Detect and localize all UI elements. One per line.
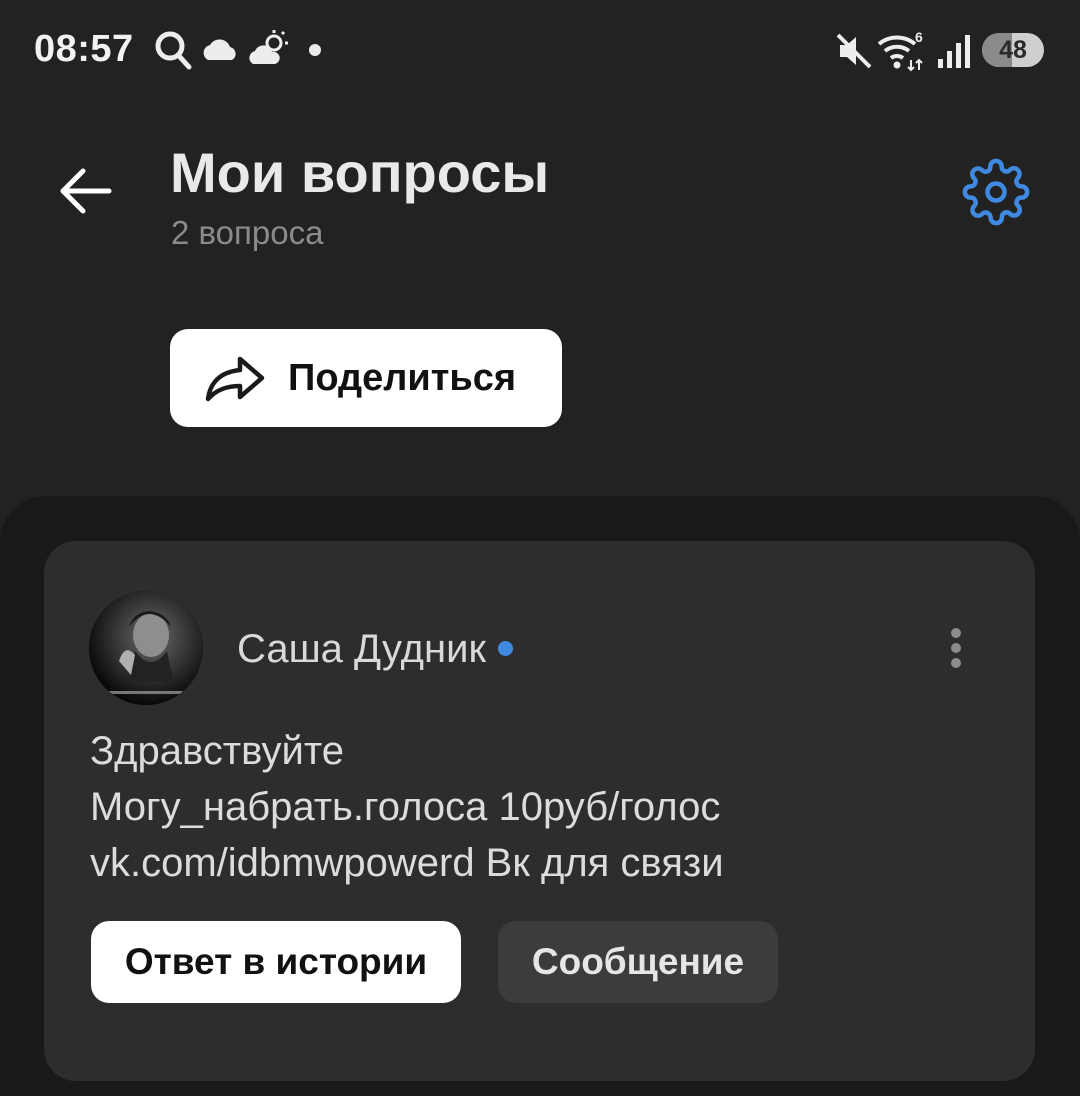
page-title: Мои вопросы [170, 141, 550, 204]
dot-icon [951, 643, 961, 653]
reply-in-story-button[interactable]: Ответ в истории [91, 921, 461, 1003]
share-arrow-icon [204, 353, 266, 403]
question-card: Саша Дудник Здравствуйте Могу_набрать.го… [44, 541, 1035, 1081]
notification-dot-icon [309, 44, 321, 56]
partly-sunny-icon [248, 28, 290, 77]
status-bar: 08:57 6 48 [0, 0, 1080, 100]
page-subtitle: 2 вопроса [171, 214, 324, 251]
avatar[interactable] [89, 591, 203, 705]
network-badge: 6 [915, 30, 923, 45]
battery-percent: 48 [999, 36, 1027, 64]
signal-icon [936, 32, 972, 75]
author-name[interactable]: Саша Дудник [237, 627, 513, 672]
arrow-left-icon [57, 167, 113, 220]
share-button[interactable]: Поделиться [170, 329, 562, 427]
more-options-button[interactable] [934, 621, 978, 675]
share-button-label: Поделиться [288, 356, 517, 399]
dot-icon [951, 628, 961, 638]
search-icon [153, 28, 193, 77]
settings-button[interactable] [955, 153, 1037, 235]
back-button[interactable] [52, 160, 118, 226]
question-line: Могу_набрать.голоса 10руб/голос [90, 785, 721, 829]
mute-icon [834, 30, 874, 77]
status-time: 08:57 [34, 28, 134, 70]
question-text: Здравствуйте Могу_набрать.голоса 10руб/г… [90, 723, 724, 891]
question-line: vk.com/idbmwpowerd Вк для связи [90, 841, 724, 885]
question-line: Здравствуйте [90, 729, 344, 773]
cloud-icon [200, 28, 240, 77]
send-message-button[interactable]: Сообщение [498, 921, 778, 1003]
gear-icon [962, 158, 1030, 231]
wifi-icon: 6 [877, 29, 929, 77]
dot-icon [951, 658, 961, 668]
online-indicator [497, 640, 513, 656]
author-name-text: Саша Дудник [237, 627, 486, 671]
battery-icon: 48 [982, 33, 1044, 67]
